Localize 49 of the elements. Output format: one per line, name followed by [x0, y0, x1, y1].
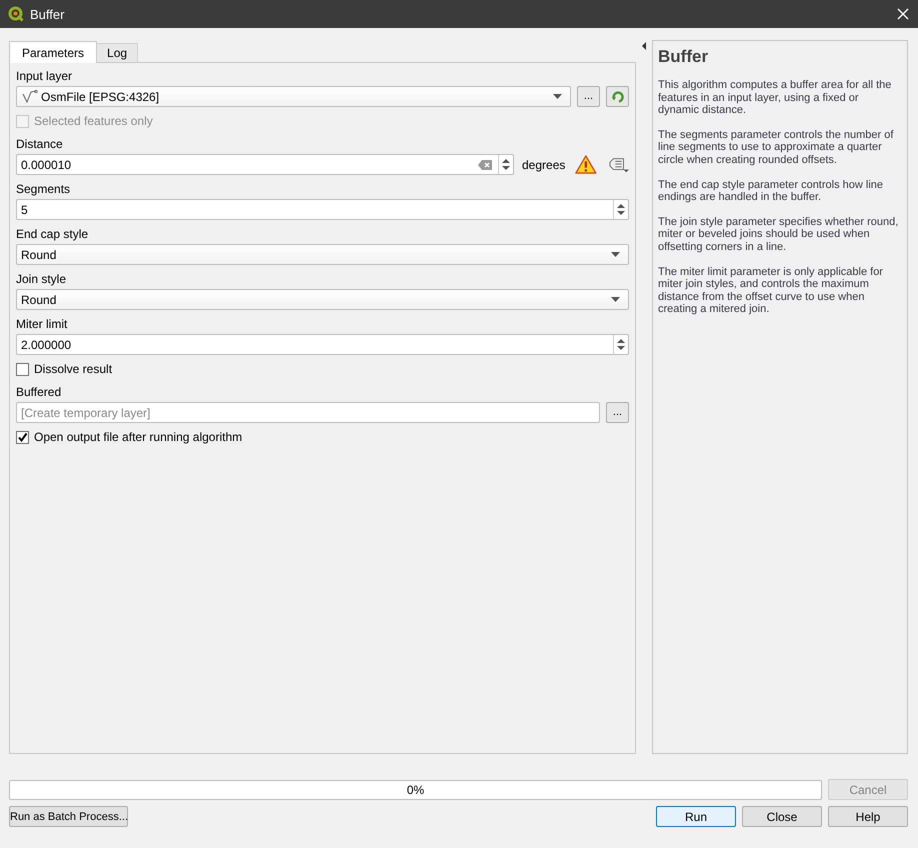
field-label: Buffered — [16, 384, 62, 401]
data-defined-override-icon[interactable] — [609, 156, 629, 174]
dialog-button[interactable]: Help — [828, 806, 908, 827]
dialog-button[interactable]: Run — [656, 806, 736, 827]
line-layer-icon — [22, 90, 38, 104]
field-label: Distance — [16, 136, 64, 153]
checkbox-label: Selected features only — [34, 114, 153, 128]
tab[interactable]: Log — [96, 43, 138, 62]
spin-arrows-icon[interactable] — [617, 203, 625, 216]
spin-box[interactable]: 5 — [16, 199, 629, 220]
help-paragraph: The segments parameter controls the number of line segments to use to approximate a quarter circle when creating rounded offsets. — [658, 128, 894, 167]
browse-button[interactable]: ... — [577, 86, 600, 107]
spin-box[interactable]: 2.000000 — [16, 334, 629, 355]
help-paragraph: The miter limit parameter is only applicable for miter join styles, and controls the maximum distance from the offset curve to use when creating a mitered join. — [658, 266, 884, 316]
close-icon[interactable] — [896, 7, 910, 21]
refresh-button[interactable] — [606, 86, 629, 107]
layer-dropdown[interactable]: OsmFile [EPSG:4326] — [16, 86, 571, 107]
checkbox-label: Dissolve result — [34, 362, 112, 376]
unit-label: degrees — [522, 158, 566, 172]
field-label: Input layer — [16, 68, 74, 85]
checkbox[interactable] — [16, 430, 29, 444]
dialog-button[interactable]: Close — [742, 806, 822, 827]
clear-icon[interactable] — [478, 160, 492, 170]
help-paragraph: This algorithm computes a buffer area for all the features in an input layer, using a fixed or dynamic distance. — [658, 79, 892, 117]
spin-arrows-icon[interactable] — [617, 338, 625, 351]
dropdown[interactable]: Round — [16, 244, 629, 265]
caret-icon — [553, 94, 562, 99]
field-label: End cap style — [16, 226, 90, 243]
window-title: Buffer — [30, 6, 66, 22]
app-logo-icon — [8, 6, 24, 22]
help-title: Buffer — [658, 47, 710, 67]
caret-icon — [611, 297, 620, 302]
checkbox[interactable] — [16, 362, 29, 376]
checkbox-label: Open output file after running algorithm — [34, 430, 242, 444]
dropdown[interactable]: Round — [16, 289, 629, 310]
browse-button[interactable]: ... — [606, 402, 629, 423]
caret-icon — [611, 252, 620, 257]
help-paragraph: The end cap style parameter controls how line endings are handled in the buffer. — [658, 178, 884, 204]
batch-process-button[interactable]: Run as Batch Process... — [9, 806, 128, 827]
field-label: Join style — [16, 271, 68, 288]
refresh-icon — [610, 90, 624, 104]
collapse-arrow-icon[interactable] — [642, 42, 646, 50]
spin-arrows-icon[interactable] — [502, 158, 510, 171]
help-paragraph: The join style parameter specifies whether round, miter or beveled joins should be used when offsetting corners in a line. — [658, 216, 900, 254]
tab[interactable]: Parameters — [9, 41, 98, 63]
field-label: Miter limit — [16, 316, 68, 333]
distance-field[interactable]: 0.000010 — [16, 154, 514, 175]
progress-reading: 0% — [406, 782, 426, 798]
field-label: Segments — [16, 181, 72, 198]
